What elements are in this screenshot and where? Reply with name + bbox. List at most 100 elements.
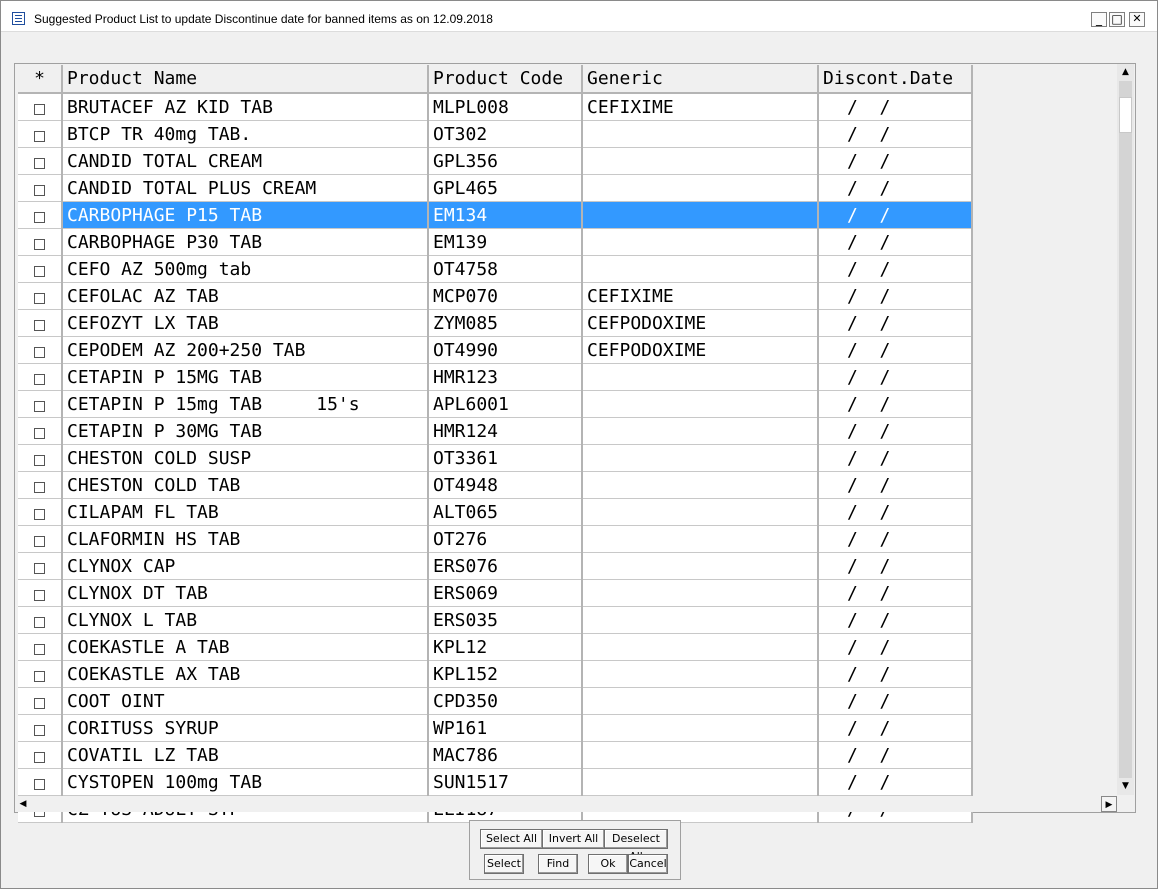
row-checkbox-cell[interactable] — [18, 687, 63, 715]
table-row[interactable]: CETAPIN P 15mg TAB 15's APL6001 / / — [18, 390, 973, 418]
scroll-left-arrow-icon[interactable]: ◀ — [15, 796, 31, 812]
table-row[interactable]: CEFOZYT LX TAB ZYM085 CEFPODOXIME / / — [18, 309, 973, 337]
row-checkbox-cell[interactable] — [18, 255, 63, 283]
row-checkbox[interactable] — [34, 346, 45, 358]
horizontal-scrollbar[interactable]: ◀ ▶ — [15, 796, 1117, 812]
row-checkbox[interactable] — [34, 238, 45, 250]
discont-date-cell[interactable]: / / — [818, 579, 973, 607]
row-checkbox[interactable] — [34, 400, 45, 412]
row-checkbox[interactable] — [34, 130, 45, 142]
row-checkbox[interactable] — [34, 508, 45, 520]
discont-date-cell[interactable]: / / — [818, 282, 973, 310]
column-header-product-code[interactable]: Product Code — [428, 65, 583, 94]
table-row[interactable]: CARBOPHAGE P30 TAB EM139 / / — [18, 228, 973, 256]
discont-date-cell[interactable]: / / — [818, 606, 973, 634]
row-checkbox[interactable] — [34, 211, 45, 223]
scroll-right-arrow-icon[interactable]: ▶ — [1101, 796, 1117, 812]
discont-date-cell[interactable]: / / — [818, 201, 973, 229]
discont-date-cell[interactable]: / / — [818, 498, 973, 526]
discont-date-cell[interactable]: / / — [818, 93, 973, 121]
select-button[interactable]: Select — [484, 854, 524, 874]
row-checkbox-cell[interactable] — [18, 444, 63, 472]
row-checkbox[interactable] — [34, 670, 45, 682]
row-checkbox-cell[interactable] — [18, 174, 63, 202]
row-checkbox[interactable] — [34, 292, 45, 304]
row-checkbox-cell[interactable] — [18, 417, 63, 445]
row-checkbox[interactable] — [34, 535, 45, 547]
discont-date-cell[interactable]: / / — [818, 444, 973, 472]
table-row[interactable]: COVATIL LZ TAB MAC786 / / — [18, 741, 973, 769]
minimize-button[interactable]: _ — [1091, 12, 1107, 27]
table-row[interactable]: CETAPIN P 30MG TAB HMR124 / / — [18, 417, 973, 445]
row-checkbox[interactable] — [34, 778, 45, 790]
row-checkbox-cell[interactable] — [18, 498, 63, 526]
table-row[interactable]: CLAFORMIN HS TAB OT276 / / — [18, 525, 973, 553]
row-checkbox-cell[interactable] — [18, 660, 63, 688]
row-checkbox-cell[interactable] — [18, 201, 63, 229]
row-checkbox[interactable] — [34, 184, 45, 196]
table-row[interactable]: CEPODEM AZ 200+250 TAB OT4990 CEFPODOXIME /… — [18, 336, 973, 364]
table-row[interactable]: CETAPIN P 15MG TAB HMR123 / / — [18, 363, 973, 391]
table-row[interactable]: CORITUSS SYRUP WP161 / / — [18, 714, 973, 742]
row-checkbox[interactable] — [34, 724, 45, 736]
discont-date-cell[interactable]: / / — [818, 741, 973, 769]
table-row[interactable]: CHESTON COLD SUSP OT3361 / / — [18, 444, 973, 472]
row-checkbox[interactable] — [34, 103, 45, 115]
cancel-button[interactable]: Cancel — [628, 854, 668, 874]
ok-button[interactable]: Ok — [588, 854, 628, 874]
row-checkbox[interactable] — [34, 157, 45, 169]
row-checkbox-cell[interactable] — [18, 147, 63, 175]
discont-date-cell[interactable]: / / — [818, 660, 973, 688]
table-row[interactable]: CHESTON COLD TAB OT4948 / / — [18, 471, 973, 499]
row-checkbox[interactable] — [34, 643, 45, 655]
discont-date-cell[interactable]: / / — [818, 714, 973, 742]
row-checkbox-cell[interactable] — [18, 309, 63, 337]
table-row[interactable]: CEFO AZ 500mg tab OT4758 / / — [18, 255, 973, 283]
row-checkbox-cell[interactable] — [18, 525, 63, 553]
row-checkbox[interactable] — [34, 589, 45, 601]
row-checkbox[interactable] — [34, 427, 45, 439]
row-checkbox[interactable] — [34, 481, 45, 493]
table-row[interactable]: COEKASTLE A TAB KPL12 / / — [18, 633, 973, 661]
row-checkbox-cell[interactable] — [18, 633, 63, 661]
row-checkbox[interactable] — [34, 562, 45, 574]
discont-date-cell[interactable]: / / — [818, 174, 973, 202]
row-checkbox-cell[interactable] — [18, 390, 63, 418]
deselect-all-button[interactable]: Deselect All — [604, 829, 668, 863]
row-checkbox-cell[interactable] — [18, 93, 63, 121]
select-all-button[interactable]: Select All — [480, 829, 543, 849]
close-button[interactable]: ✕ — [1129, 12, 1145, 27]
maximize-button[interactable]: □ — [1109, 12, 1125, 27]
row-checkbox[interactable] — [34, 265, 45, 277]
vertical-scrollbar[interactable]: ▲ ▼ — [1117, 64, 1134, 795]
discont-date-cell[interactable]: / / — [818, 255, 973, 283]
discont-date-cell[interactable]: / / — [818, 363, 973, 391]
row-checkbox-cell[interactable] — [18, 552, 63, 580]
discont-date-cell[interactable]: / / — [818, 471, 973, 499]
vertical-scroll-thumb[interactable] — [1119, 97, 1132, 133]
row-checkbox[interactable] — [34, 373, 45, 385]
discont-date-cell[interactable]: / / — [818, 633, 973, 661]
discont-date-cell[interactable]: / / — [818, 228, 973, 256]
row-checkbox[interactable] — [34, 319, 45, 331]
row-checkbox-cell[interactable] — [18, 471, 63, 499]
row-checkbox[interactable] — [34, 751, 45, 763]
discont-date-cell[interactable]: / / — [818, 552, 973, 580]
table-row[interactable]: COEKASTLE AX TAB KPL152 / / — [18, 660, 973, 688]
row-checkbox-cell[interactable] — [18, 363, 63, 391]
discont-date-cell[interactable]: / / — [818, 525, 973, 553]
discont-date-cell[interactable]: / / — [818, 309, 973, 337]
table-row[interactable]: CYSTOPEN 100mg TAB SUN1517 / / — [18, 768, 973, 796]
scroll-down-arrow-icon[interactable]: ▼ — [1117, 778, 1134, 795]
column-header-generic[interactable]: Generic — [582, 65, 819, 94]
discont-date-cell[interactable]: / / — [818, 336, 973, 364]
discont-date-cell[interactable]: / / — [818, 768, 973, 796]
table-row[interactable]: BTCP TR 40mg TAB. OT302 / / — [18, 120, 973, 148]
table-row[interactable]: CEFOLAC AZ TAB MCP070 CEFIXIME / / — [18, 282, 973, 310]
row-checkbox-cell[interactable] — [18, 768, 63, 796]
table-row[interactable]: BRUTACEF AZ KID TAB MLPL008 CEFIXIME / / — [18, 93, 973, 121]
table-row[interactable]: CLYNOX DT TAB ERS069 / / — [18, 579, 973, 607]
row-checkbox-cell[interactable] — [18, 228, 63, 256]
table-row[interactable]: CLYNOX L TAB ERS035 / / — [18, 606, 973, 634]
table-row[interactable]: CANDID TOTAL PLUS CREAM GPL465 / / — [18, 174, 973, 202]
